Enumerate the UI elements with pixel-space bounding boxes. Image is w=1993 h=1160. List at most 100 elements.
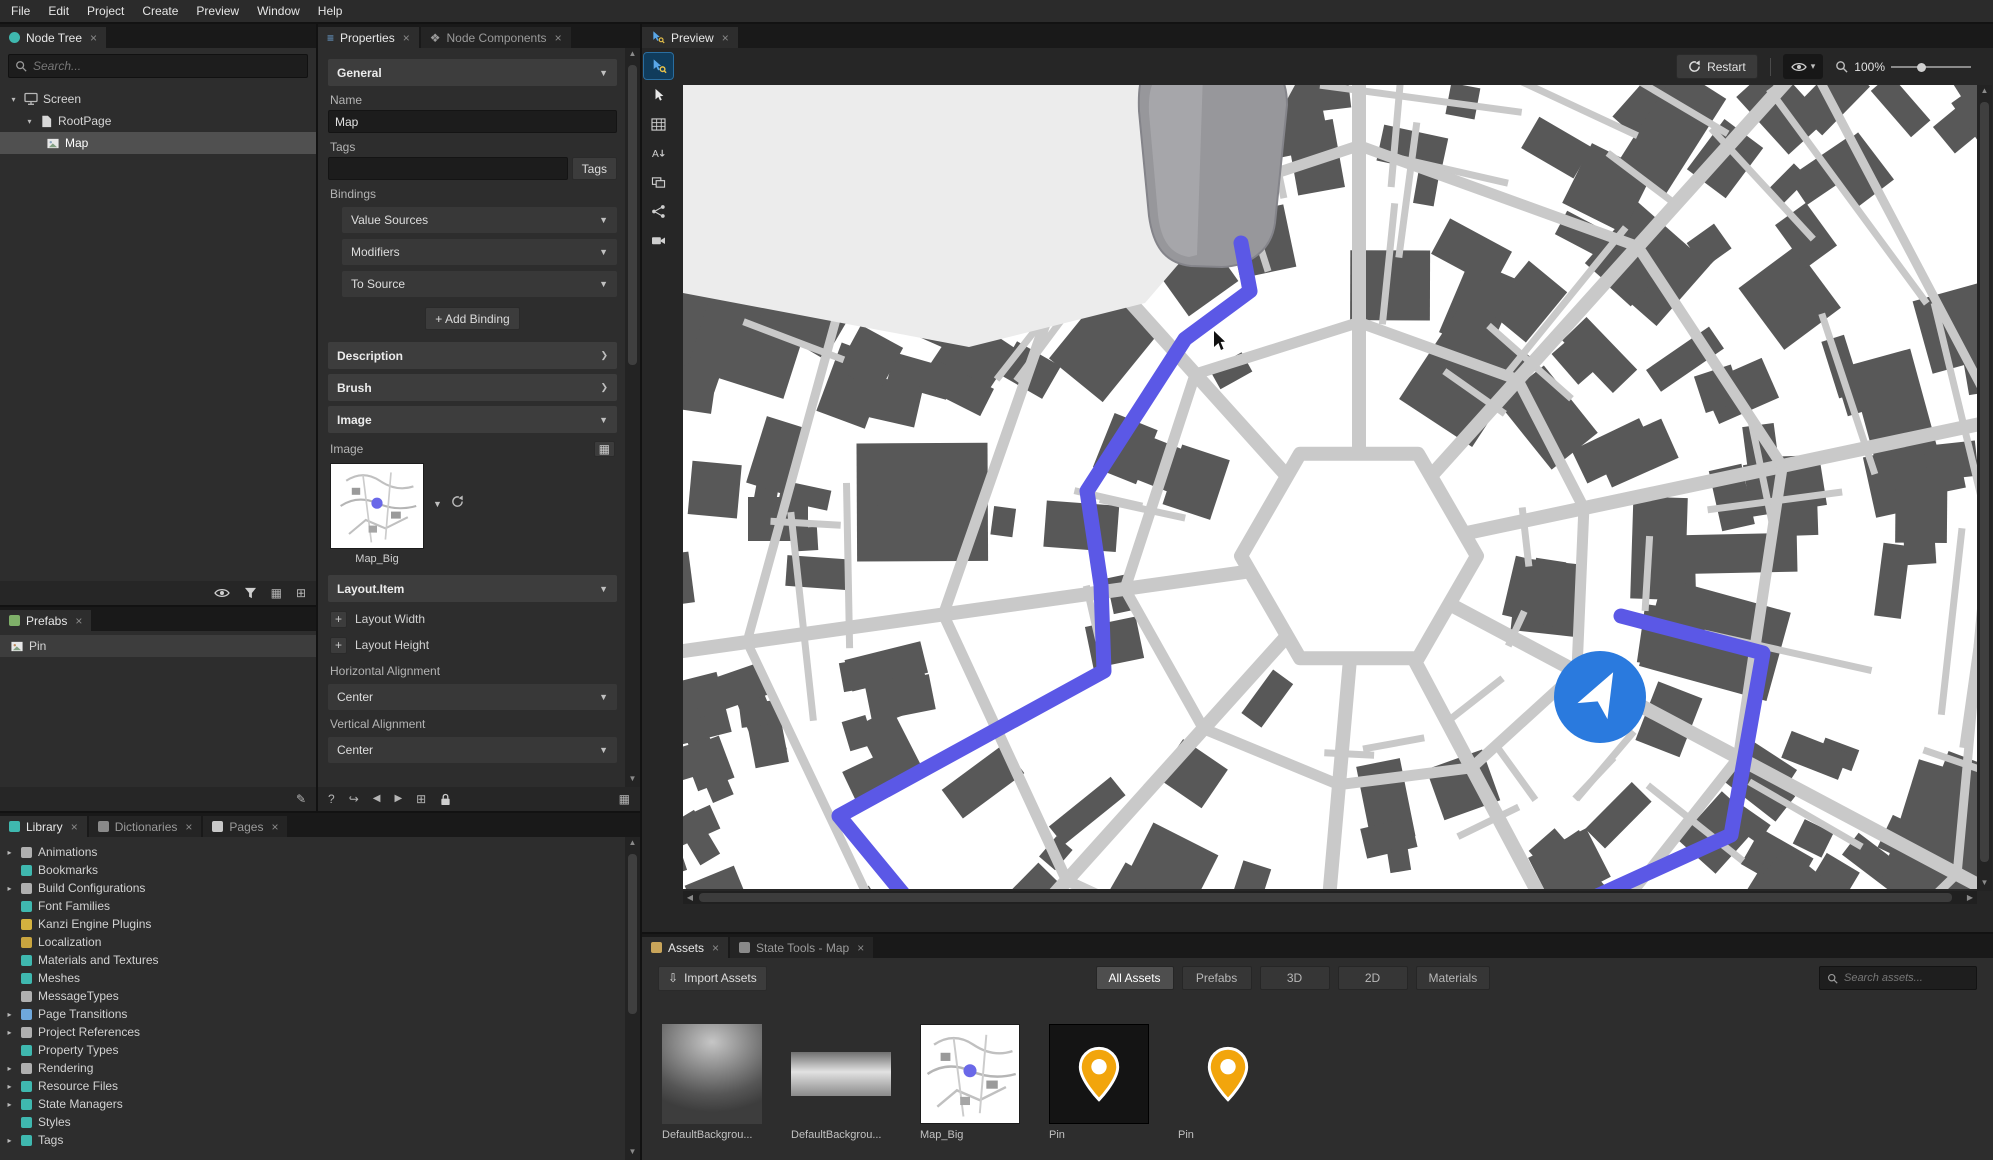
- close-icon[interactable]: ×: [75, 615, 82, 627]
- filter-3d[interactable]: 3D: [1259, 966, 1330, 990]
- section-description[interactable]: Description ❯: [328, 342, 617, 369]
- chevron-right-icon[interactable]: ▸: [4, 1010, 15, 1019]
- library-item-styles[interactable]: Styles: [4, 1113, 625, 1131]
- library-item-kanzi-engine-plugins[interactable]: Kanzi Engine Plugins: [4, 915, 625, 933]
- section-brush[interactable]: Brush ❯: [328, 374, 617, 401]
- chevron-right-icon[interactable]: ▸: [4, 884, 15, 893]
- value-sources-dropdown[interactable]: Value Sources ▼: [342, 207, 617, 233]
- text-tool-button[interactable]: A: [644, 140, 673, 166]
- tab-prefabs[interactable]: Prefabs ×: [0, 610, 92, 631]
- menu-window[interactable]: Window: [248, 1, 309, 21]
- scroll-left-icon[interactable]: ◀: [683, 893, 697, 902]
- slider-knob[interactable]: [1917, 62, 1926, 72]
- properties-scrollbar[interactable]: ▲ ▼: [625, 48, 640, 787]
- section-general[interactable]: General ▼: [328, 59, 617, 86]
- next-icon[interactable]: ▶: [394, 794, 402, 804]
- tab-assets[interactable]: Assets ×: [642, 937, 729, 958]
- add-binding-button[interactable]: + Add Binding: [425, 307, 520, 330]
- location-marker[interactable]: [1554, 651, 1646, 743]
- asset-item[interactable]: Map_Big: [920, 1024, 1020, 1141]
- zoom-value[interactable]: 100%: [1854, 60, 1885, 74]
- tab-node-tree[interactable]: Node Tree ×: [0, 27, 107, 48]
- menu-edit[interactable]: Edit: [39, 1, 78, 21]
- library-item-project-references[interactable]: ▸ Project References: [4, 1023, 625, 1041]
- tab-node-components[interactable]: ❖ Node Components ×: [420, 27, 571, 48]
- search-input[interactable]: [33, 59, 301, 73]
- preview-vertical-scrollbar[interactable]: ▲ ▼: [1977, 85, 1992, 891]
- assets-search[interactable]: [1818, 966, 1977, 990]
- library-item-resource-files[interactable]: ▸ Resource Files: [4, 1077, 625, 1095]
- library-item-state-managers[interactable]: ▸ State Managers: [4, 1095, 625, 1113]
- chevron-down-icon[interactable]: ▼: [433, 499, 442, 509]
- tab-pages[interactable]: Pages ×: [203, 816, 288, 837]
- pin-panel-icon[interactable]: ⊞: [416, 793, 426, 805]
- help-icon[interactable]: ?: [328, 793, 335, 805]
- tab-library[interactable]: Library ×: [0, 816, 87, 837]
- prefab-item-pin[interactable]: Pin: [0, 635, 316, 657]
- library-item-build-configurations[interactable]: ▸ Build Configurations: [4, 879, 625, 897]
- node-graph-tool-button[interactable]: [644, 198, 673, 224]
- chevron-right-icon[interactable]: ▸: [4, 1100, 15, 1109]
- tree-node-map[interactable]: Map: [0, 132, 316, 154]
- scroll-down-icon[interactable]: ▼: [629, 1147, 637, 1159]
- chevron-down-icon[interactable]: ▾: [24, 117, 35, 126]
- horizontal-alignment-dropdown[interactable]: Center ▼: [328, 684, 617, 710]
- filter-icon[interactable]: [244, 587, 257, 599]
- asset-item[interactable]: Pin: [1178, 1024, 1278, 1141]
- close-icon[interactable]: ×: [403, 32, 410, 44]
- tab-dictionaries[interactable]: Dictionaries ×: [88, 816, 202, 837]
- library-item-bookmarks[interactable]: Bookmarks: [4, 861, 625, 879]
- library-item-page-transitions[interactable]: ▸ Page Transitions: [4, 1005, 625, 1023]
- select-tool-button[interactable]: [644, 82, 673, 108]
- section-layout-item[interactable]: Layout.Item ▼: [328, 575, 617, 602]
- scroll-down-icon[interactable]: ▼: [629, 774, 637, 786]
- menu-create[interactable]: Create: [133, 1, 187, 21]
- asset-item[interactable]: Pin: [1049, 1024, 1149, 1141]
- export-icon[interactable]: ↪: [349, 793, 359, 805]
- chevron-right-icon[interactable]: ▸: [4, 1082, 15, 1091]
- lock-icon[interactable]: [440, 793, 451, 806]
- import-assets-button[interactable]: ⇩ Import Assets: [658, 965, 767, 991]
- library-scrollbar[interactable]: ▲ ▼: [625, 837, 640, 1160]
- filter-prefabs[interactable]: Prefabs: [1181, 966, 1252, 990]
- plus-icon[interactable]: +: [330, 610, 347, 628]
- resource-picker-icon[interactable]: ▦: [593, 441, 615, 457]
- menu-help[interactable]: Help: [309, 1, 352, 21]
- library-item-messagetypes[interactable]: MessageTypes: [4, 987, 625, 1005]
- section-image[interactable]: Image ▼: [328, 406, 617, 433]
- edit-icon[interactable]: ✎: [296, 793, 306, 805]
- library-item-meshes[interactable]: Meshes: [4, 969, 625, 987]
- grid-view-icon[interactable]: ▦: [271, 587, 282, 599]
- interact-tool-button[interactable]: [643, 52, 674, 80]
- modifiers-dropdown[interactable]: Modifiers ▼: [342, 239, 617, 265]
- library-item-property-types[interactable]: Property Types: [4, 1041, 625, 1059]
- menu-project[interactable]: Project: [78, 1, 133, 21]
- close-icon[interactable]: ×: [712, 942, 719, 954]
- chevron-right-icon[interactable]: ▸: [4, 1136, 15, 1145]
- assets-search-input[interactable]: [1843, 972, 1969, 984]
- library-item-rendering[interactable]: ▸ Rendering: [4, 1059, 625, 1077]
- layout-editor-icon[interactable]: ▦: [619, 793, 630, 805]
- scroll-up-icon[interactable]: ▲: [1981, 86, 1989, 98]
- map-preview-canvas[interactable]: [683, 85, 1977, 889]
- tab-state-tools[interactable]: State Tools - Map ×: [730, 937, 874, 958]
- scroll-right-icon[interactable]: ▶: [1963, 893, 1977, 902]
- library-item-animations[interactable]: ▸ Animations: [4, 843, 625, 861]
- close-icon[interactable]: ×: [271, 821, 278, 833]
- camera-tool-button[interactable]: [644, 227, 673, 253]
- visibility-icon[interactable]: [213, 587, 230, 599]
- tags-field[interactable]: [328, 157, 568, 180]
- library-item-font-families[interactable]: Font Families: [4, 897, 625, 915]
- library-item-materials-and-textures[interactable]: Materials and Textures: [4, 951, 625, 969]
- close-icon[interactable]: ×: [90, 32, 97, 44]
- scroll-up-icon[interactable]: ▲: [629, 49, 637, 61]
- chevron-right-icon[interactable]: ▸: [4, 848, 15, 857]
- tab-preview[interactable]: Preview ×: [642, 27, 738, 48]
- vertical-alignment-dropdown[interactable]: Center ▼: [328, 737, 617, 763]
- preview-horizontal-scrollbar[interactable]: ◀ ▶: [683, 891, 1977, 904]
- close-icon[interactable]: ×: [71, 821, 78, 833]
- menu-preview[interactable]: Preview: [187, 1, 248, 21]
- chevron-right-icon[interactable]: ▸: [4, 1028, 15, 1037]
- close-icon[interactable]: ×: [857, 942, 864, 954]
- chevron-right-icon[interactable]: ▸: [4, 1064, 15, 1073]
